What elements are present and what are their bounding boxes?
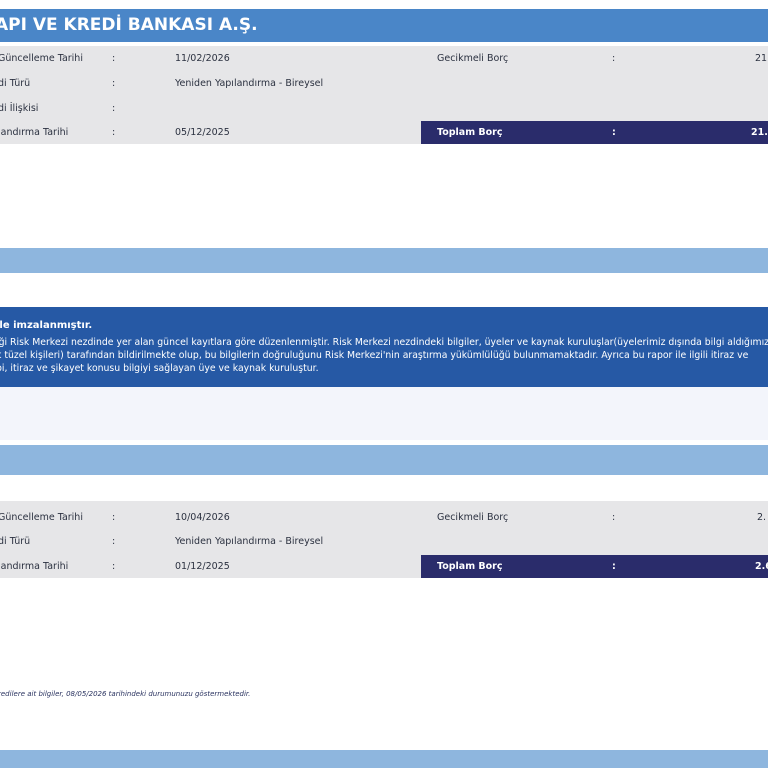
section-divider-band (0, 248, 768, 273)
s1-colon: : (112, 53, 116, 64)
s2-update-date-value: 10/04/2026 (175, 512, 230, 523)
s2-colon: : (112, 512, 116, 523)
s1-colon: : (112, 127, 116, 138)
s1-credit-type-value: Yeniden Yapılandırma - Bireysel (175, 78, 324, 89)
notice-line-2: k tüzel kişileri) tarafından bildirilmek… (0, 350, 749, 361)
notice-spacer (0, 387, 768, 440)
s2-colon: : (112, 561, 116, 572)
s2-total-debt-value: 2.6 (755, 561, 768, 572)
s1-overdue-debt-value: 21. (755, 53, 768, 64)
s1-credit-type-label: di Türü (0, 78, 31, 89)
s1-total-row: Toplam Borç : 21.3 (421, 121, 768, 144)
s2-colon: : (112, 536, 116, 547)
s2-credit-type-label: di Türü (0, 536, 31, 547)
s2-colon: : (612, 512, 616, 523)
s1-colon: : (112, 103, 116, 114)
section-divider-band-2 (0, 445, 768, 475)
s2-colon: : (612, 561, 616, 572)
bottom-band (0, 750, 768, 768)
notice-title: ile imzalanmıştır. (0, 320, 93, 331)
footnote: redilere ait bilgiler, 08/05/2026 tarihi… (0, 690, 251, 698)
s1-credit-relation-label: di İlişkisi (0, 103, 39, 114)
s1-total-debt-label: Toplam Borç (437, 127, 503, 138)
s2-update-date-label: Güncelleme Tarihi (0, 512, 83, 523)
s1-restructure-date-label: landırma Tarihi (0, 127, 69, 138)
notice-line-3: pi, itiraz ve şikayet konusu bilgiyi sağ… (0, 363, 319, 374)
s1-restructure-date-value: 05/12/2025 (175, 127, 230, 138)
s1-colon: : (612, 53, 616, 64)
s1-colon: : (612, 127, 616, 138)
s2-restructure-date-label: landırma Tarihi (0, 561, 69, 572)
s1-total-debt-value: 21.3 (751, 127, 768, 138)
s1-colon: : (112, 78, 116, 89)
s2-credit-type-value: Yeniden Yapılandırma - Bireysel (175, 536, 324, 547)
bank-name: API VE KREDİ BANKASI A.Ş. (0, 15, 258, 35)
notice-box: ile imzalanmıştır. iği Risk Merkezi nezd… (0, 307, 768, 387)
s1-update-date-value: 11/02/2026 (175, 53, 230, 64)
s2-total-row: Toplam Borç : 2.6 (421, 555, 768, 578)
notice-line-1: iği Risk Merkezi nezdinde yer alan günce… (0, 337, 768, 348)
s2-restructure-date-value: 01/12/2025 (175, 561, 230, 572)
s2-overdue-debt-value: 2. (757, 512, 767, 523)
bank-header: API VE KREDİ BANKASI A.Ş. (0, 9, 768, 42)
s1-overdue-debt-label: Gecikmeli Borç (437, 53, 509, 64)
s1-update-date-label: Güncelleme Tarihi (0, 53, 83, 64)
s2-total-debt-label: Toplam Borç (437, 561, 503, 572)
s2-overdue-debt-label: Gecikmeli Borç (437, 512, 509, 523)
